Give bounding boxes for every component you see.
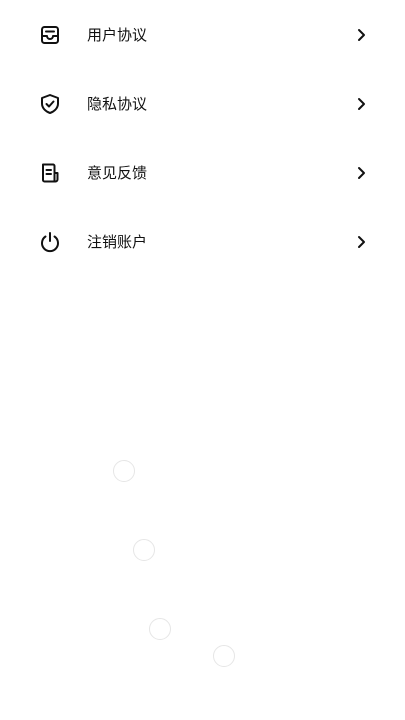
menu-item-label: 意见反馈 — [87, 163, 148, 182]
power-icon — [38, 230, 62, 254]
inbox-icon — [38, 23, 62, 47]
menu-item-label: 注销账户 — [87, 232, 148, 251]
menu-item-delete-account[interactable]: 注销账户 — [0, 207, 405, 276]
loading-ring — [213, 645, 235, 667]
chevron-right-icon — [355, 28, 367, 42]
menu-item-label: 隐私协议 — [87, 94, 148, 113]
chevron-right-icon — [355, 97, 367, 111]
chevron-right-icon — [355, 166, 367, 180]
menu-item-privacy-agreement[interactable]: 隐私协议 — [0, 69, 405, 138]
loading-ring — [149, 618, 171, 640]
document-icon — [38, 161, 62, 185]
chevron-right-icon — [355, 235, 367, 249]
menu-item-feedback[interactable]: 意见反馈 — [0, 138, 405, 207]
menu-item-label: 用户协议 — [87, 25, 148, 44]
loading-ring — [113, 460, 135, 482]
loading-ring — [133, 539, 155, 561]
menu-item-user-agreement[interactable]: 用户协议 — [0, 0, 405, 69]
shield-check-icon — [38, 92, 62, 116]
